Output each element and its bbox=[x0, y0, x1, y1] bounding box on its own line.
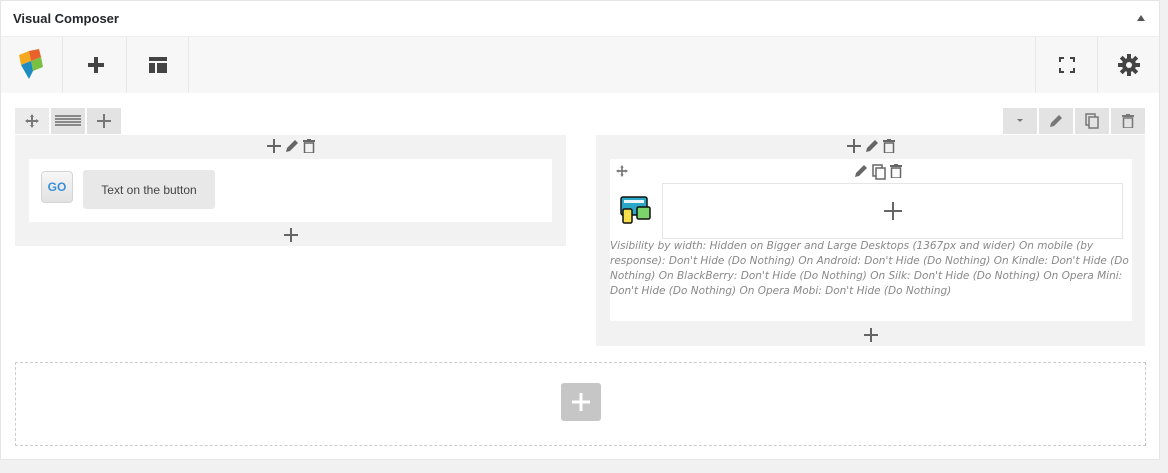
row-toggle-button[interactable] bbox=[1003, 108, 1037, 134]
inner-row-move-handle[interactable] bbox=[616, 165, 628, 177]
responsive-devices-icon bbox=[620, 195, 652, 225]
column-left: GO Text on the button bbox=[15, 135, 566, 246]
column-right: Visibility by width: Hidden on Bigger an… bbox=[596, 135, 1145, 346]
inner-column-add-area[interactable] bbox=[662, 183, 1123, 239]
settings-button[interactable] bbox=[1097, 37, 1159, 93]
column-left-add[interactable] bbox=[15, 228, 566, 242]
panel-header: Visual Composer bbox=[1, 1, 1159, 37]
move-icon bbox=[616, 165, 628, 177]
row-edit-button[interactable] bbox=[1039, 108, 1073, 134]
row-delete-button[interactable] bbox=[1111, 108, 1145, 134]
fullscreen-button[interactable] bbox=[1035, 37, 1097, 93]
chevron-down-icon bbox=[1017, 119, 1023, 122]
pencil-icon[interactable] bbox=[865, 139, 879, 153]
templates-icon bbox=[148, 57, 167, 73]
trash-icon[interactable] bbox=[890, 164, 902, 178]
trash-icon[interactable] bbox=[302, 139, 315, 153]
row-right-controls bbox=[1001, 108, 1145, 134]
button-element[interactable]: Text on the button bbox=[83, 170, 215, 209]
plus-icon bbox=[883, 202, 902, 220]
clone-icon bbox=[1085, 113, 1099, 129]
panel-title: Visual Composer bbox=[13, 11, 119, 26]
plus-icon bbox=[863, 328, 878, 342]
inner-row-container: Visibility by width: Hidden on Bigger an… bbox=[610, 159, 1132, 321]
plus-icon[interactable] bbox=[846, 139, 861, 153]
row-controls bbox=[15, 108, 123, 134]
plus-icon bbox=[87, 57, 104, 73]
pencil-icon[interactable] bbox=[854, 164, 868, 178]
add-element-button[interactable] bbox=[65, 37, 127, 93]
column-right-add[interactable] bbox=[596, 328, 1145, 342]
inner-row-controls bbox=[854, 164, 902, 180]
row-layout-button[interactable] bbox=[51, 108, 85, 134]
add-row-button[interactable] bbox=[561, 383, 601, 421]
vc-logo-icon[interactable] bbox=[1, 37, 63, 93]
trash-icon bbox=[1122, 114, 1134, 128]
row-add-column-button[interactable] bbox=[87, 108, 121, 134]
trash-icon[interactable] bbox=[882, 139, 895, 153]
layout-icon bbox=[55, 115, 81, 126]
row-clone-button[interactable] bbox=[1075, 108, 1109, 134]
column-left-content: GO Text on the button bbox=[29, 159, 552, 222]
clone-icon[interactable] bbox=[872, 164, 886, 180]
button-element-icon: GO bbox=[41, 171, 73, 203]
collapse-toggle-icon[interactable] bbox=[1137, 15, 1145, 21]
add-row-area bbox=[15, 362, 1146, 446]
pencil-icon bbox=[1050, 115, 1062, 127]
column-right-controls bbox=[596, 139, 1145, 153]
visibility-settings-text: Visibility by width: Hidden on Bigger an… bbox=[610, 240, 1129, 297]
plus-icon bbox=[97, 114, 111, 128]
plus-icon bbox=[572, 393, 590, 411]
visual-composer-panel: Visual Composer GO Text on the button Vi… bbox=[0, 0, 1160, 460]
move-icon bbox=[25, 114, 39, 128]
plus-icon[interactable] bbox=[266, 139, 281, 153]
column-left-controls bbox=[15, 139, 566, 153]
pencil-icon[interactable] bbox=[285, 139, 299, 153]
gear-icon bbox=[1117, 54, 1140, 76]
row-move-handle[interactable] bbox=[15, 108, 49, 134]
vc-toolbar bbox=[1, 37, 1159, 93]
fullscreen-icon bbox=[1058, 57, 1075, 73]
templates-button[interactable] bbox=[127, 37, 189, 93]
plus-icon bbox=[283, 228, 298, 242]
